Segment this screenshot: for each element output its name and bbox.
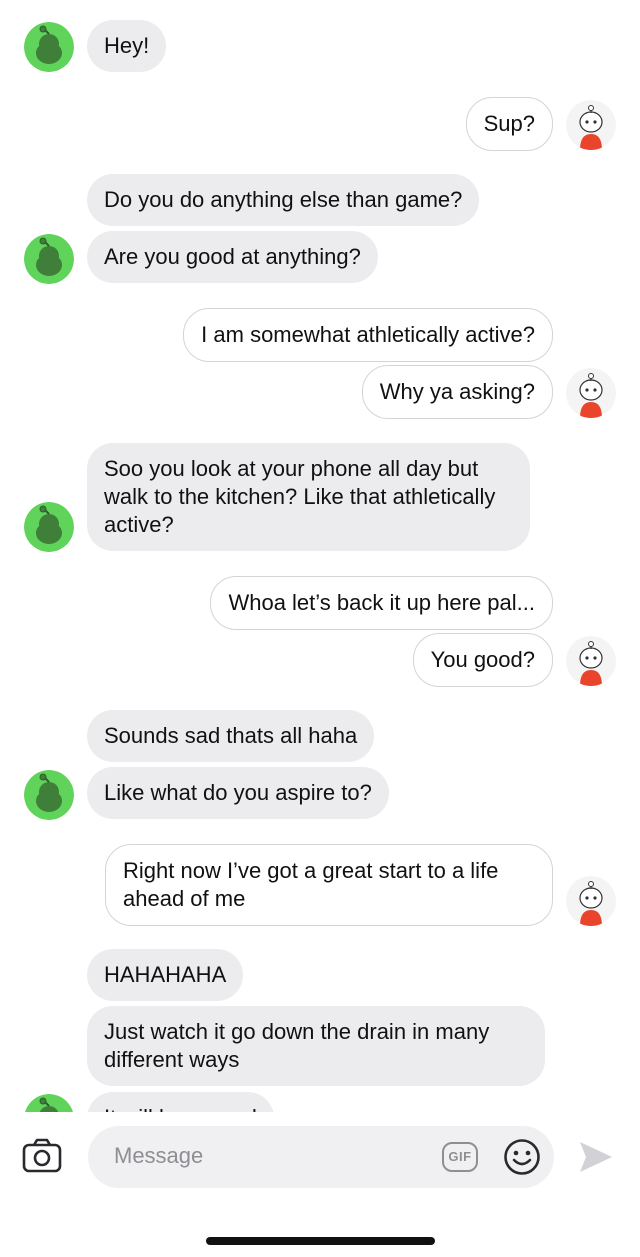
message-bubble-outgoing[interactable]: You good?	[412, 633, 553, 687]
message-bubble-incoming[interactable]: Do you do anything else than game?	[87, 174, 480, 226]
message-bubble-outgoing[interactable]: Sup?	[465, 97, 553, 151]
outgoing-avatar[interactable]	[566, 636, 616, 686]
camera-button[interactable]	[22, 1138, 62, 1174]
incoming-avatar[interactable]	[24, 22, 74, 72]
message-bubble-incoming[interactable]: Soo you look at your phone all day but w…	[87, 443, 530, 551]
green-snoo-avatar-icon	[24, 22, 74, 72]
snoo-red-shirt-avatar-icon	[566, 636, 616, 686]
send-button[interactable]	[578, 1140, 614, 1174]
camera-icon	[22, 1138, 62, 1173]
incoming-avatar[interactable]	[24, 1094, 74, 1112]
snoo-red-shirt-avatar-icon	[566, 368, 616, 418]
emoji-icon	[504, 1139, 540, 1175]
message-bubble-incoming[interactable]: Sounds sad thats all haha	[87, 710, 375, 762]
outgoing-avatar[interactable]	[566, 368, 616, 418]
message-bubble-outgoing[interactable]: Whoa let’s back it up here pal...	[210, 576, 553, 630]
message-bubble-incoming[interactable]: Are you good at anything?	[87, 231, 378, 283]
outgoing-avatar[interactable]	[566, 876, 616, 926]
message-bubble-incoming[interactable]: HAHAHAHA	[87, 949, 244, 1001]
green-snoo-avatar-icon	[24, 770, 74, 820]
message-bubble-incoming[interactable]: Like what do you aspire to?	[87, 767, 389, 819]
gif-button[interactable]: GIF	[442, 1142, 478, 1172]
green-snoo-avatar-icon	[24, 234, 74, 284]
green-snoo-avatar-icon	[24, 502, 74, 552]
incoming-avatar[interactable]	[24, 502, 74, 552]
message-bubble-outgoing[interactable]: Why ya asking?	[361, 365, 553, 419]
emoji-button[interactable]	[503, 1138, 541, 1176]
message-bubble-incoming[interactable]: Hey!	[87, 20, 167, 72]
message-bubble-outgoing[interactable]: I am somewhat athletically active?	[183, 308, 553, 362]
incoming-avatar[interactable]	[24, 770, 74, 820]
send-icon	[580, 1142, 612, 1172]
green-snoo-avatar-icon	[25, 1094, 73, 1112]
chat-thread[interactable]: Hey! Sup? Do you do anything else than g…	[0, 0, 640, 1112]
message-bubble-incoming[interactable]: It will be a good	[87, 1092, 274, 1112]
home-indicator	[206, 1237, 435, 1245]
incoming-avatar[interactable]	[24, 234, 74, 284]
message-bubble-incoming[interactable]: Just watch it go down the drain in many …	[87, 1006, 545, 1086]
message-input-placeholder: Message	[114, 1143, 204, 1168]
snoo-red-shirt-avatar-icon	[566, 876, 616, 926]
snoo-red-shirt-avatar-icon	[566, 100, 616, 150]
outgoing-avatar[interactable]	[566, 100, 616, 150]
message-bubble-outgoing[interactable]: Right now I’ve got a great start to a li…	[105, 844, 553, 926]
